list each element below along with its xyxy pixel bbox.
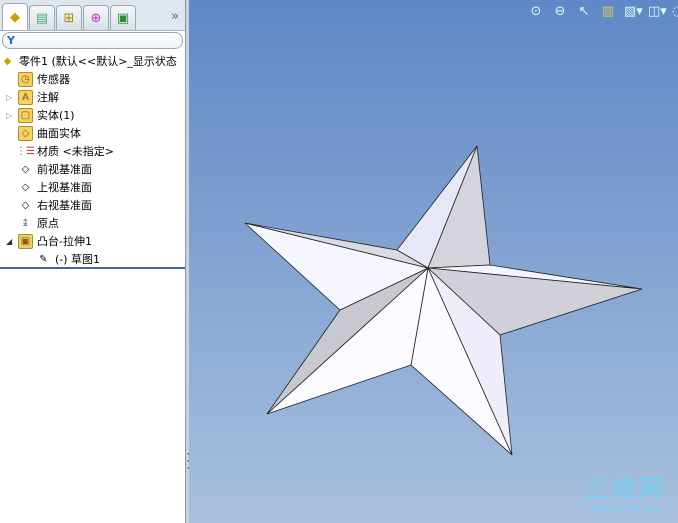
tree-root[interactable]: ◆ 零件1 (默认<<默认>_显示状态 <box>0 52 185 70</box>
tree-label: 前视基准面 <box>37 163 92 176</box>
watermark: 三维网 3dportal.cn <box>585 469 666 515</box>
surface-body-folder-icon: ◇ <box>18 125 33 141</box>
config-icon: ⊞ <box>63 10 75 26</box>
origin-icon: ↨ <box>21 217 30 229</box>
property-icon: ▤ <box>35 10 49 26</box>
tree-label: 曲面实体 <box>37 127 81 140</box>
tree-label: 凸台-拉伸1 <box>37 235 92 248</box>
sensor-folder-icon: ◷ <box>18 71 33 87</box>
tree-label: 上视基准面 <box>37 181 92 194</box>
tree-label: 传感器 <box>37 73 70 86</box>
extrude-icon: ▣ <box>18 233 33 249</box>
tree-item-boss-extrude[interactable]: ◢ ▣ 凸台-拉伸1 <box>0 232 185 250</box>
annotation-folder-icon: A <box>18 89 33 105</box>
tree-item-solid-bodies[interactable]: ▷ ▢ 实体(1) <box>0 106 185 124</box>
expand-icon[interactable]: ▷ <box>6 111 14 120</box>
part-icon: ◆ <box>10 9 20 25</box>
filter-icon: Y <box>7 34 15 47</box>
tree-item-material[interactable]: ⋮☰ 材质 <未指定> <box>0 142 185 160</box>
tree-item-origin[interactable]: ↨ 原点 <box>0 214 185 232</box>
tab-featuremanager[interactable]: ◆ <box>2 3 28 30</box>
tab-display[interactable]: ▣ <box>110 5 136 30</box>
sketch-icon: ✎ <box>39 253 48 265</box>
plane-icon: ◇ <box>21 181 30 193</box>
expand-icon[interactable]: ▷ <box>6 93 14 102</box>
watermark-title: 三维网 <box>585 475 666 503</box>
tree-item-front-plane[interactable]: ◇ 前视基准面 <box>0 160 185 178</box>
tree-item-sketch[interactable]: ✎ (-) 草图1 <box>0 250 185 268</box>
tree-label: 材质 <未指定> <box>37 145 114 158</box>
tree-label: 注解 <box>37 91 59 104</box>
tree-item-right-plane[interactable]: ◇ 右视基准面 <box>0 196 185 214</box>
graphics-viewport[interactable]: ⊙ ⊖ ↖ ▥ ▧▾ ◫▾ ◌ 三维网 3dportal.cn <box>189 0 678 523</box>
plane-icon: ◇ <box>21 199 30 211</box>
tree-label: 零件1 (默认<<默认>_显示状态 <box>19 55 177 68</box>
tree-label: 右视基准面 <box>37 199 92 212</box>
tree-filter-input[interactable]: Y <box>2 32 183 49</box>
display-icon: ▣ <box>116 10 130 26</box>
solid-body-folder-icon: ▢ <box>18 107 33 123</box>
star-model[interactable] <box>189 0 678 523</box>
tree-item-annotations[interactable]: ▷ A 注解 <box>0 88 185 106</box>
plane-icon: ◇ <box>21 163 30 175</box>
tab-propertymanager[interactable]: ▤ <box>29 5 55 30</box>
feature-tree: ◆ 零件1 (默认<<默认>_显示状态 ◷ 传感器 ▷ A 注解 ▷ ▢ 实体(1) ◇ 曲面… <box>0 50 185 268</box>
tree-item-top-plane[interactable]: ◇ 上视基准面 <box>0 178 185 196</box>
target-icon: ⊕ <box>90 10 102 26</box>
part-icon: ◆ <box>3 55 12 67</box>
material-icon: ⋮☰ <box>16 145 35 157</box>
tree-label: 原点 <box>37 217 59 230</box>
panel-tabs: ◆ ▤ ⊞ ⊕ ▣ » <box>0 0 185 31</box>
more-tabs-button[interactable]: » <box>171 9 179 24</box>
tree-label: (-) 草图1 <box>55 253 101 266</box>
tab-configurationmanager[interactable]: ⊞ <box>56 5 82 30</box>
collapse-icon[interactable]: ◢ <box>6 237 14 246</box>
tree-item-surface-bodies[interactable]: ◇ 曲面实体 <box>0 124 185 142</box>
tree-label: 实体(1) <box>37 109 75 122</box>
tree-item-sensors[interactable]: ◷ 传感器 <box>0 70 185 88</box>
watermark-url: 3dportal.cn <box>591 504 660 515</box>
tree-divider <box>0 267 185 269</box>
feature-manager-panel: ◆ ▤ ⊞ ⊕ ▣ » Y ◆ 零件1 (默认<<默认>_显示状态 ◷ 传感器 ▷ A… <box>0 0 186 523</box>
tab-dimxpert[interactable]: ⊕ <box>83 5 109 30</box>
